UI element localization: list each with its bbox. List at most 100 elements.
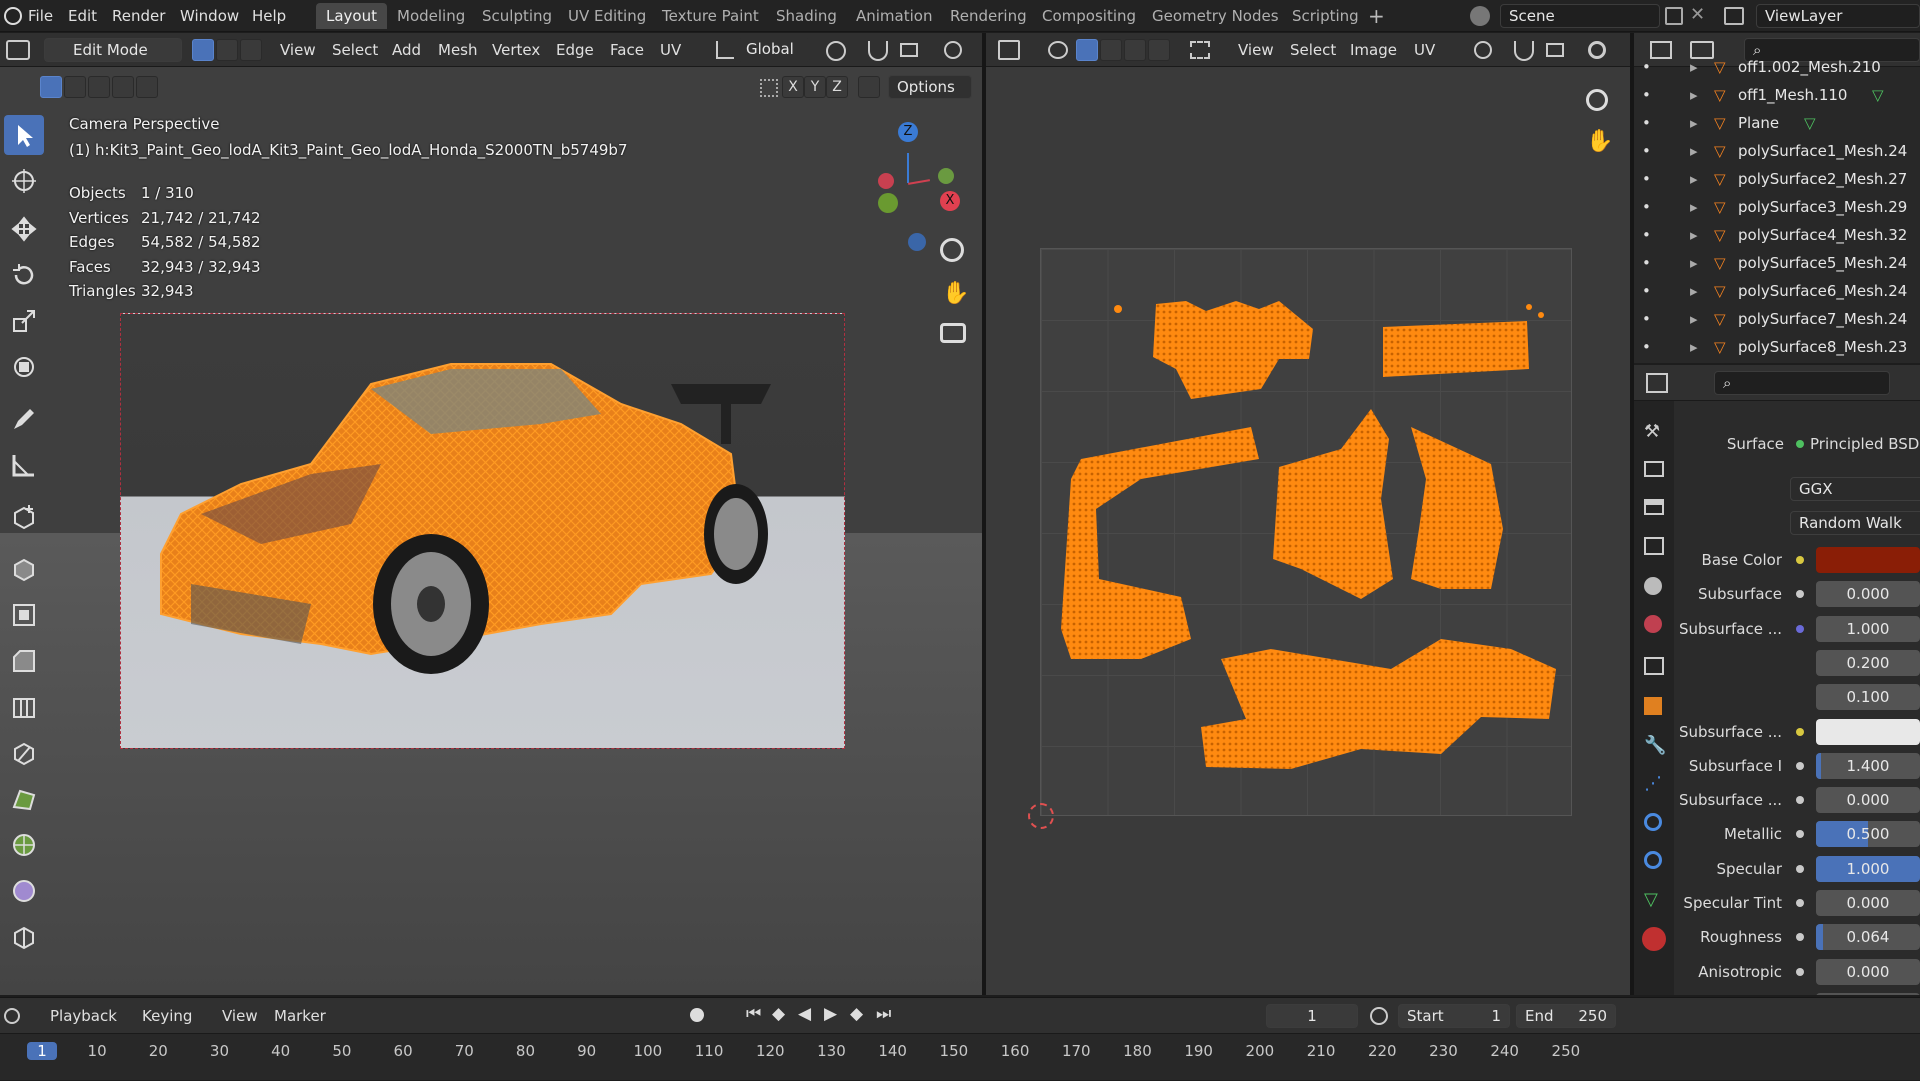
uv-snap-icon[interactable] <box>1514 41 1534 61</box>
pan-hand-icon[interactable]: ✋ <box>942 281 969 306</box>
tool-select-box[interactable] <box>4 115 44 155</box>
uv-islands[interactable] <box>1041 249 1573 817</box>
mesh-data-icon[interactable]: ▽ <box>1804 109 1816 137</box>
select-difference-icon[interactable] <box>112 76 134 98</box>
tab-sculpting[interactable]: Sculpting <box>472 3 562 29</box>
uv-menu-image[interactable]: Image <box>1350 36 1397 64</box>
menu-view[interactable]: View <box>280 36 316 64</box>
property-value-field[interactable]: 0.000 <box>1816 787 1920 814</box>
tool-annotate[interactable] <box>4 399 44 439</box>
world-tab-icon[interactable] <box>1644 615 1662 633</box>
outliner-item[interactable]: • ▸ ▽ polySurface3_Mesh.29 <box>1634 193 1920 221</box>
property-value-field[interactable]: 1.400 <box>1816 752 1920 779</box>
tab-layout[interactable]: Layout <box>316 3 387 29</box>
sticky-select-icon[interactable] <box>1190 41 1210 59</box>
property-value-field[interactable]: 0.000 <box>1816 958 1920 985</box>
tool-extrude[interactable] <box>4 549 44 589</box>
select-subtract-icon[interactable] <box>88 76 110 98</box>
expand-icon[interactable]: ▸ <box>1690 193 1698 221</box>
uv-pan-hand-icon[interactable]: ✋ <box>1586 129 1613 154</box>
uv-grid[interactable] <box>1040 248 1572 816</box>
playback-menu[interactable]: Playback <box>50 1002 117 1030</box>
distribution-select[interactable]: GGX <box>1790 477 1920 501</box>
scene-icon[interactable] <box>1470 6 1490 26</box>
property-value-field[interactable]: 0.064 <box>1816 924 1920 951</box>
tool-move[interactable] <box>4 209 44 249</box>
subsurface-method-select[interactable]: Random Walk <box>1790 511 1920 535</box>
properties-editor[interactable]: ⌕ ⚒ 🔧 ⋰ ▽ Surface Principled BSDF GGX Ra… <box>1634 365 1920 995</box>
select-intersect-icon[interactable] <box>136 76 158 98</box>
expand-icon[interactable]: ▸ <box>1690 81 1698 109</box>
close-scene-icon[interactable]: ✕ <box>1690 4 1705 25</box>
gizmo-z-axis[interactable]: Z <box>898 122 918 142</box>
menu-render[interactable]: Render <box>112 6 165 26</box>
playhead-frame[interactable]: 1 <box>27 1042 57 1060</box>
expand-icon[interactable]: ▸ <box>1690 137 1698 165</box>
view-layer-tab-icon[interactable] <box>1644 537 1664 555</box>
visibility-dot-icon[interactable]: • <box>1642 277 1651 305</box>
material-tab-icon[interactable] <box>1642 927 1666 951</box>
tool-smooth[interactable] <box>4 871 44 911</box>
property-value-field[interactable] <box>1816 718 1920 745</box>
prev-keyframe-icon[interactable]: ◆ <box>772 1004 785 1024</box>
options-dropdown[interactable]: Options <box>888 75 972 99</box>
play-reverse-icon[interactable]: ◀ <box>798 1004 811 1024</box>
visibility-dot-icon[interactable]: • <box>1642 137 1651 165</box>
uv-snap-target-icon[interactable] <box>1546 43 1564 57</box>
menu-uv[interactable]: UV <box>660 36 681 64</box>
timeline-editor-icon[interactable] <box>4 1008 20 1024</box>
tool-poly-build[interactable] <box>4 779 44 819</box>
property-value-field[interactable]: 0.200 <box>1816 649 1920 676</box>
orientation-select[interactable]: Global <box>738 38 810 62</box>
tab-texture-paint[interactable]: Texture Paint <box>652 3 769 29</box>
visibility-dot-icon[interactable]: • <box>1642 81 1651 109</box>
end-frame-field[interactable]: End 250 <box>1516 1004 1616 1028</box>
property-value-field[interactable]: 0.100 <box>1816 684 1920 711</box>
view-layer-field[interactable]: ViewLayer <box>1756 4 1920 28</box>
outliner-item[interactable]: • ▸ ▽ polySurface1_Mesh.24 <box>1634 137 1920 165</box>
tool-loop-cut[interactable] <box>4 687 44 727</box>
record-icon[interactable] <box>690 1008 704 1022</box>
pivot-icon[interactable] <box>826 41 846 61</box>
menu-window[interactable]: Window <box>180 6 239 26</box>
visibility-dot-icon[interactable]: • <box>1642 249 1651 277</box>
mirror-y-button[interactable]: Y <box>804 76 826 98</box>
uv-face-mode-icon[interactable] <box>1124 39 1146 61</box>
particles-tab-icon[interactable]: ⋰ <box>1644 773 1662 794</box>
uv-island-mode-icon[interactable] <box>1148 39 1170 61</box>
gizmo-neg-y[interactable] <box>878 193 898 213</box>
outliner-item[interactable]: • ▸ ▽ Plane ▽ <box>1634 109 1920 137</box>
properties-search[interactable]: ⌕ <box>1714 371 1890 395</box>
visibility-dot-icon[interactable]: • <box>1642 221 1651 249</box>
gizmo-x-axis[interactable]: X <box>940 191 960 211</box>
menu-edge[interactable]: Edge <box>556 36 594 64</box>
tool-bevel[interactable] <box>4 641 44 681</box>
tab-uv-editing[interactable]: UV Editing <box>558 3 656 29</box>
expand-icon[interactable]: ▸ <box>1690 305 1698 333</box>
gizmo-neg-x[interactable] <box>878 173 894 189</box>
gizmo-y-axis[interactable] <box>938 168 954 184</box>
tab-shading[interactable]: Shading <box>766 3 847 29</box>
face-select-icon[interactable] <box>240 39 262 61</box>
visibility-dot-icon[interactable]: • <box>1642 305 1651 333</box>
menu-help[interactable]: Help <box>252 6 286 26</box>
outliner-item[interactable]: • ▸ ▽ polySurface8_Mesh.23 <box>1634 333 1920 361</box>
uv-pivot-icon[interactable] <box>1474 41 1492 59</box>
menu-face[interactable]: Face <box>610 36 644 64</box>
outliner-item[interactable]: • ▸ ▽ polySurface6_Mesh.24 <box>1634 277 1920 305</box>
editor-type-icon[interactable] <box>6 40 30 60</box>
expand-icon[interactable]: ▸ <box>1690 221 1698 249</box>
menu-file[interactable]: File <box>28 6 53 26</box>
physics-tab-icon[interactable] <box>1644 813 1662 831</box>
visibility-dot-icon[interactable]: • <box>1642 109 1651 137</box>
snap-icon[interactable] <box>868 41 888 61</box>
select-extend-icon[interactable] <box>64 76 86 98</box>
outliner-item[interactable]: • ▸ ▽ polySurface4_Mesh.32 <box>1634 221 1920 249</box>
outliner-item[interactable]: • ▸ ▽ polySurface2_Mesh.27 <box>1634 165 1920 193</box>
expand-icon[interactable]: ▸ <box>1690 165 1698 193</box>
menu-vertex[interactable]: Vertex <box>492 36 540 64</box>
mirror-x-button[interactable]: X <box>782 76 804 98</box>
play-icon[interactable]: ▶ <box>824 1004 837 1024</box>
current-frame-field[interactable]: 1 <box>1266 1004 1358 1028</box>
new-scene-icon[interactable] <box>1665 7 1683 25</box>
